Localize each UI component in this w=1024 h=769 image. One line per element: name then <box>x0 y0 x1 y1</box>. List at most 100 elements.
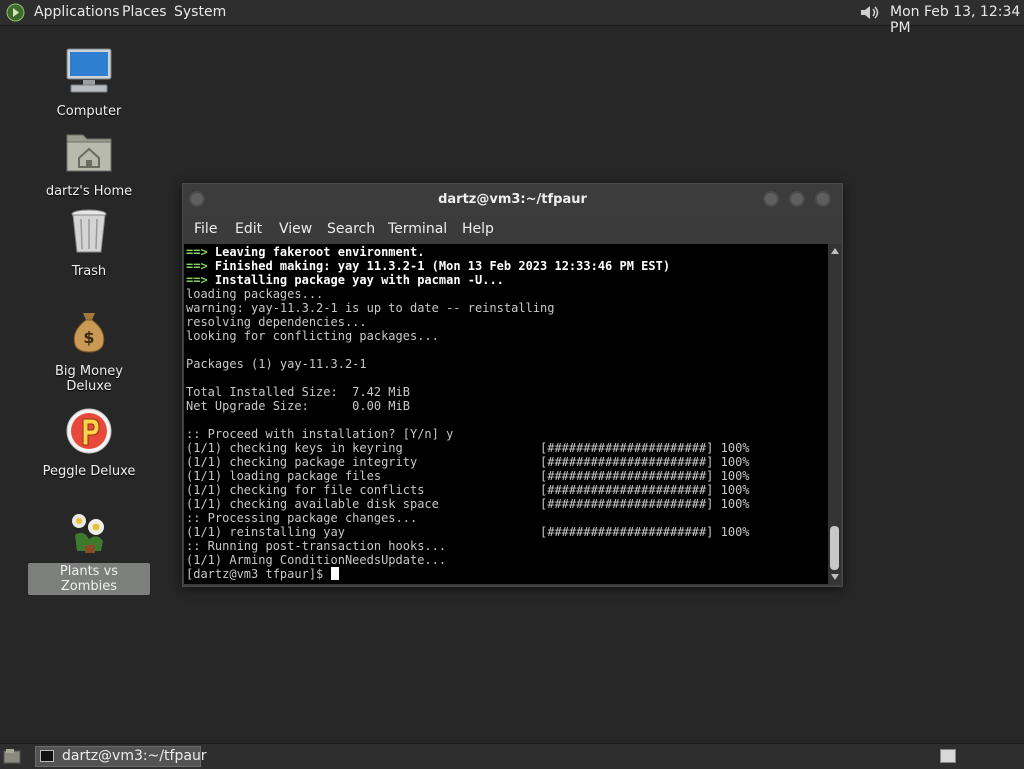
desktop-icon-label: Trash <box>71 264 107 279</box>
window-titlebar[interactable]: dartz@vm3:~/tfpaur <box>183 184 842 216</box>
desktop-icon-trash[interactable]: Trash <box>28 205 150 280</box>
menu-terminal[interactable]: Terminal <box>388 221 447 237</box>
terminal-line-arrow: ==> <box>186 245 208 259</box>
terminal-line: (1/1) checking for file conflicts [#####… <box>186 483 750 497</box>
terminal-output[interactable]: ==> Leaving fakeroot environment. ==> Fin… <box>184 244 828 584</box>
terminal-line: Packages (1) yay-11.3.2-1 <box>186 357 750 371</box>
terminal-line-text: :: Processing package changes... <box>186 511 418 525</box>
menu-file[interactable]: File <box>194 221 217 237</box>
places-menu[interactable]: Places <box>122 4 167 20</box>
terminal-line: (1/1) checking keys in keyring [########… <box>186 441 750 455</box>
taskbar-item-terminal[interactable]: dartz@vm3:~/tfpaur <box>35 746 207 767</box>
terminal-line: Net Upgrade Size: 0.00 MiB <box>186 399 750 413</box>
terminal-line-text: :: Running post-transaction hooks... <box>186 539 447 553</box>
menu-edit[interactable]: Edit <box>235 221 262 237</box>
scrollbar-thumb[interactable] <box>830 526 839 570</box>
taskbar-item-label: dartz@vm3:~/tfpaur <box>62 748 207 764</box>
applications-menu[interactable]: Applications <box>34 4 120 20</box>
terminal-line-text: :: Proceed with installation? [Y/n] y <box>186 427 454 441</box>
desktop-icon-label: dartz's Home <box>45 184 133 199</box>
desktop-icon-label: Big Money Deluxe <box>54 364 123 394</box>
desktop-icon-home[interactable]: dartz's Home <box>28 125 150 200</box>
trash-icon <box>71 209 107 253</box>
svg-text:$: $ <box>83 328 94 347</box>
show-desktop-icon[interactable] <box>3 748 21 764</box>
terminal-line-text: Leaving fakeroot environment. <box>207 245 425 259</box>
terminal-prompt-line: [dartz@vm3 tfpaur]$ <box>186 567 750 581</box>
volume-icon[interactable] <box>858 3 882 22</box>
money-bag-icon: $ <box>73 313 105 353</box>
top-panel: Applications Places System Mon Feb 13, 1… <box>0 0 1024 36</box>
terminal-line: (1/1) reinstalling yay [################… <box>186 525 750 539</box>
scroll-down-arrow-icon[interactable] <box>831 574 839 580</box>
terminal-line-text: Installing package yay with pacman -U... <box>207 273 504 287</box>
desktop-icon-label: Computer <box>56 104 122 119</box>
terminal-line: looking for conflicting packages... <box>186 329 750 343</box>
terminal-cursor <box>330 567 339 580</box>
peggle-icon <box>66 408 112 454</box>
terminal-line-text: (1/1) checking package integrity [######… <box>186 455 750 469</box>
terminal-line: resolving dependencies... <box>186 315 750 329</box>
terminal-line-text: (1/1) reinstalling yay [################… <box>186 525 750 539</box>
terminal-line-text: looking for conflicting packages... <box>186 329 439 343</box>
scroll-up-arrow-icon[interactable] <box>831 248 839 254</box>
terminal-line-text: (1/1) checking available disk space [###… <box>186 497 750 511</box>
terminal-line: :: Processing package changes... <box>186 511 750 525</box>
desktop-icon-computer[interactable]: Computer <box>28 45 150 120</box>
plants-vs-zombies-icon <box>72 514 104 553</box>
terminal-line: loading packages... <box>186 287 750 301</box>
window-title: dartz@vm3:~/tfpaur <box>438 192 587 207</box>
desktop-icon-label: Peggle Deluxe <box>42 464 136 479</box>
terminal-line: ==> Finished making: yay 11.3.2-1 (Mon 1… <box>186 259 750 273</box>
terminal-line-text: Net Upgrade Size: 0.00 MiB <box>186 399 410 413</box>
maximize-button[interactable] <box>789 191 805 207</box>
terminal-line-text: resolving dependencies... <box>186 315 367 329</box>
terminal-line: Total Installed Size: 7.42 MiB <box>186 385 750 399</box>
terminal-line-text: Total Installed Size: 7.42 MiB <box>186 385 410 399</box>
desktop-icon-peggle[interactable]: Peggle Deluxe <box>28 405 150 480</box>
desktop-icon-plants-vs-zombies[interactable]: Plants vs Zombies <box>28 505 150 595</box>
terminal-line: ==> Leaving fakeroot environment. <box>186 245 750 259</box>
terminal-line-text: warning: yay-11.3.2-1 is up to date -- r… <box>186 301 555 315</box>
system-menu[interactable]: System <box>174 4 226 20</box>
terminal-line-text: Finished making: yay 11.3.2-1 (Mon 13 Fe… <box>207 259 671 273</box>
terminal-line: (1/1) loading package files [###########… <box>186 469 750 483</box>
terminal-scrollbar[interactable] <box>828 244 841 584</box>
desktop-icon-label: Plants vs Zombies <box>28 563 150 595</box>
terminal-line: (1/1) checking available disk space [###… <box>186 497 750 511</box>
terminal-line-text: loading packages... <box>186 287 324 301</box>
home-folder-icon <box>66 134 112 172</box>
terminal-line: (1/1) Arming ConditionNeedsUpdate... <box>186 553 750 567</box>
terminal-prompt: [dartz@vm3 tfpaur]$ <box>186 567 331 581</box>
terminal-line: ==> Installing package yay with pacman -… <box>186 273 750 287</box>
terminal-line-arrow: ==> <box>186 273 208 287</box>
terminal-line: :: Proceed with installation? [Y/n] y <box>186 427 750 441</box>
computer-icon <box>66 48 112 93</box>
menu-help[interactable]: Help <box>462 221 494 237</box>
terminal-line-text: (1/1) Arming ConditionNeedsUpdate... <box>186 553 447 567</box>
terminal-window[interactable]: dartz@vm3:~/tfpaur File Edit View Search… <box>182 183 843 587</box>
terminal-lines: ==> Leaving fakeroot environment. ==> Fin… <box>186 245 750 581</box>
close-button[interactable] <box>815 191 831 207</box>
menu-search[interactable]: Search <box>327 221 375 237</box>
terminal-line: (1/1) checking package integrity [######… <box>186 455 750 469</box>
menu-view[interactable]: View <box>279 221 312 237</box>
terminal-line-text: (1/1) checking keys in keyring [########… <box>186 441 750 455</box>
applications-menu-icon[interactable] <box>6 3 25 22</box>
terminal-line-text: (1/1) loading package files [###########… <box>186 469 750 483</box>
bottom-panel: dartz@vm3:~/tfpaur <box>0 743 1024 769</box>
desktop-icon-big-money[interactable]: $ Big Money Deluxe <box>28 305 150 395</box>
minimize-button[interactable] <box>763 191 779 207</box>
terminal-icon <box>40 750 54 762</box>
terminal-line-arrow: ==> <box>186 259 208 273</box>
terminal-line-text: Packages (1) yay-11.3.2-1 <box>186 357 367 371</box>
terminal-line-text: (1/1) checking for file conflicts [#####… <box>186 483 750 497</box>
clock[interactable]: Mon Feb 13, 12:34 PM <box>890 4 1024 36</box>
terminal-line: warning: yay-11.3.2-1 is up to date -- r… <box>186 301 750 315</box>
terminal-menubar: File Edit View Search Terminal Help <box>183 216 842 244</box>
workspace-switcher[interactable] <box>940 749 956 763</box>
terminal-line: :: Running post-transaction hooks... <box>186 539 750 553</box>
